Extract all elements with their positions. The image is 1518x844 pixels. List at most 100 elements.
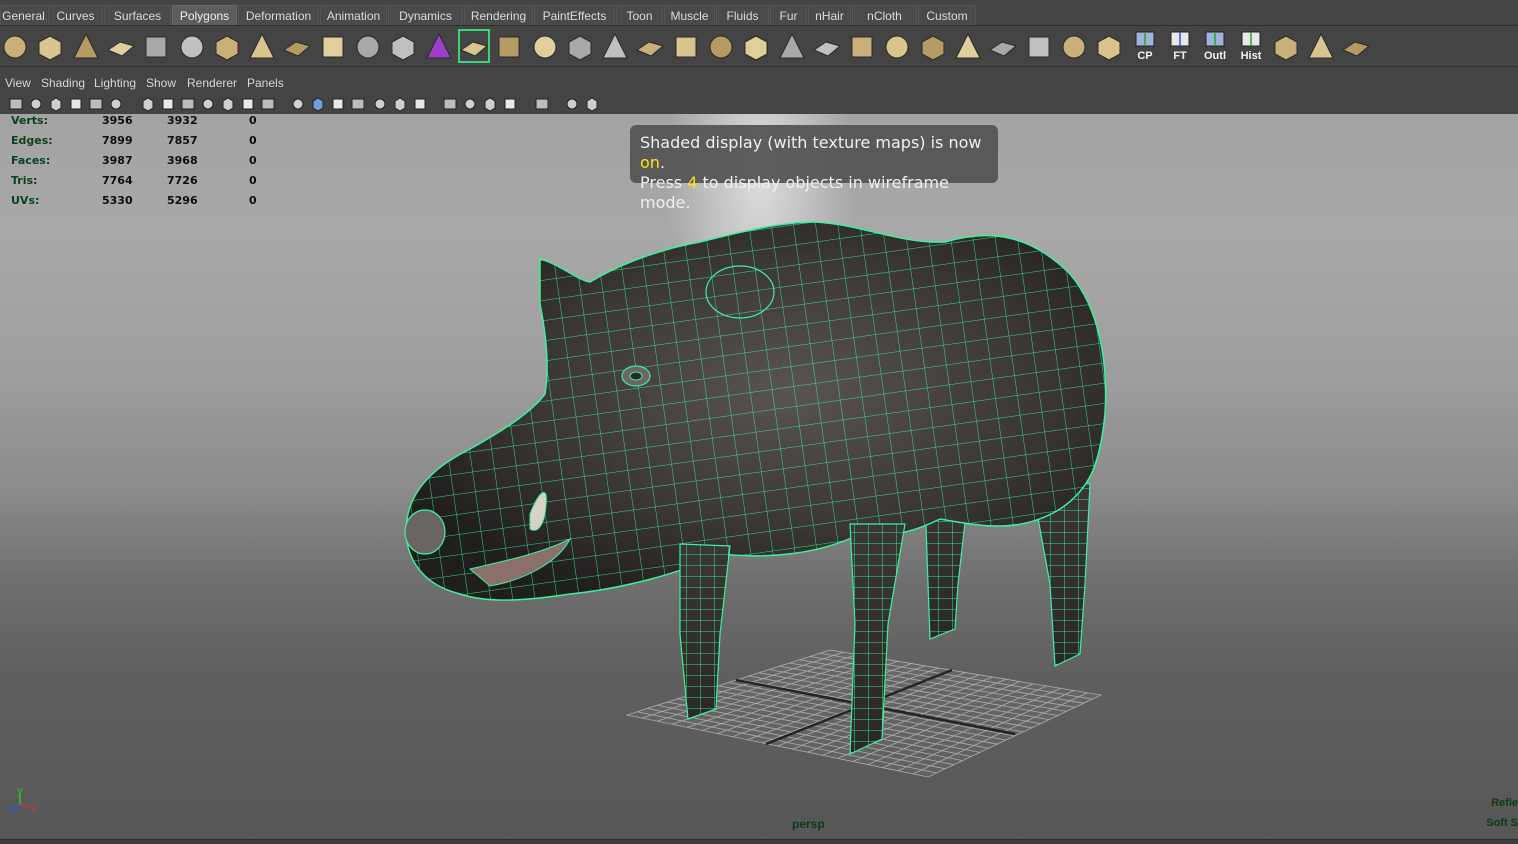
outliner-label: Outl (1204, 50, 1226, 62)
shadows-icon[interactable] (392, 96, 408, 112)
ft-icon[interactable]: FT (1165, 30, 1195, 62)
poly-sphere-icon[interactable] (0, 30, 30, 62)
select-uv-shell-icon[interactable] (1306, 30, 1336, 62)
corner-label-soft: Soft S (1486, 817, 1518, 829)
wireframe-icon[interactable] (290, 96, 306, 112)
persp-viewport[interactable]: Verts: 3956 3932 0 Edges: 7899 7857 0 Faces: 3987… (0, 114, 1518, 839)
smooth-shade-icon[interactable] (310, 96, 326, 112)
shelf-tab-ncloth[interactable]: nCloth (852, 5, 917, 25)
gate-mask-icon[interactable] (200, 96, 216, 112)
shelf-tab-general[interactable]: General (0, 5, 47, 25)
cp-label: CP (1137, 50, 1153, 62)
screen-space-ao-icon[interactable] (412, 96, 428, 112)
image-plane-icon[interactable] (68, 96, 84, 112)
shelf-tab-bar: General Curves Surfaces Polygons Deformation… (0, 0, 1518, 26)
planar-mapping-icon[interactable] (918, 30, 948, 62)
resolution-gate-icon[interactable] (180, 96, 196, 112)
merge-vertices-icon[interactable] (671, 30, 701, 62)
poly-cylinder-icon[interactable] (71, 30, 101, 62)
motion-blur-icon[interactable] (442, 96, 458, 112)
textured-icon[interactable] (350, 96, 366, 112)
shelf-tab-painteffects[interactable]: PaintEffects (534, 5, 615, 25)
grease-pencil-icon[interactable] (108, 96, 124, 112)
panel-menu-renderer[interactable]: Renderer (187, 76, 237, 90)
offset-edge-loop-icon[interactable] (635, 30, 665, 62)
poly-cube-icon[interactable] (35, 30, 65, 62)
2d-pan-zoom-icon[interactable] (88, 96, 104, 112)
xray-icon[interactable] (534, 96, 550, 112)
shelf-tool-bar: CP FT Outl Hist (0, 26, 1518, 67)
history-icon[interactable]: Hist (1236, 30, 1266, 62)
shelf-tab-toon[interactable]: Toon (616, 5, 663, 25)
spherical-mapping-icon[interactable] (988, 30, 1018, 62)
unfold-uv-icon[interactable] (1341, 30, 1371, 62)
use-all-lights-icon[interactable] (372, 96, 388, 112)
bevel-icon[interactable] (706, 30, 736, 62)
split-polygon-icon[interactable] (565, 30, 595, 62)
shelf-tab-dynamics[interactable]: Dynamics (388, 5, 463, 25)
safe-title-icon[interactable] (260, 96, 276, 112)
shelf-tab-surfaces[interactable]: Surfaces (104, 5, 171, 25)
camera-attributes-icon[interactable] (28, 96, 44, 112)
poke-face-icon[interactable] (741, 30, 771, 62)
poly-torus-icon[interactable] (177, 30, 207, 62)
wedge-face-icon[interactable] (777, 30, 807, 62)
uv-texture-editor-icon[interactable] (1059, 30, 1089, 62)
automatic-mapping-icon[interactable] (1024, 30, 1054, 62)
multisample-aa-icon[interactable] (462, 96, 478, 112)
shelf-tab-rendering[interactable]: Rendering (464, 5, 533, 25)
sculpt-geometry-icon[interactable] (882, 30, 912, 62)
safe-action-icon[interactable] (240, 96, 256, 112)
extract-icon[interactable] (847, 30, 877, 62)
duplicate-face-icon[interactable] (812, 30, 842, 62)
field-chart-icon[interactable] (220, 96, 236, 112)
shelf-tab-curves[interactable]: Curves (48, 5, 103, 25)
panel-menu-panels[interactable]: Panels (247, 76, 284, 90)
xray-components-icon[interactable] (584, 96, 600, 112)
outliner-icon[interactable]: Outl (1200, 30, 1230, 62)
film-gate-icon[interactable] (160, 96, 176, 112)
select-camera-icon[interactable] (8, 96, 24, 112)
checker-map-icon[interactable] (1094, 30, 1124, 62)
extrude-icon[interactable] (458, 29, 490, 63)
poly-soccer-ball-icon[interactable] (282, 30, 312, 62)
grid-toggle-icon[interactable] (140, 96, 156, 112)
shelf-tab-custom[interactable]: Custom (918, 5, 976, 25)
panel-menu-bar: View Shading Lighting Show Renderer Panels (0, 74, 1518, 94)
shelf-tab-fluids[interactable]: Fluids (716, 5, 769, 25)
panel-toolbar (0, 94, 1518, 115)
poly-pyramid-icon[interactable] (212, 30, 242, 62)
cylindrical-mapping-icon[interactable] (953, 30, 983, 62)
ft-label: FT (1173, 50, 1187, 62)
shelf-tab-polygons[interactable]: Polygons (172, 5, 237, 25)
axis-y-label: y (17, 785, 23, 797)
depth-of-field-icon[interactable] (482, 96, 498, 112)
bookmark-icon[interactable] (48, 96, 64, 112)
insert-edge-loop-icon[interactable] (600, 30, 630, 62)
shelf-tab-nhair[interactable]: nHair (808, 5, 851, 25)
shelf-tab-deformation[interactable]: Deformation (238, 5, 319, 25)
append-polygon-icon[interactable] (530, 30, 560, 62)
poly-cone-icon[interactable] (106, 30, 136, 62)
combine-icon[interactable] (318, 30, 348, 62)
transfer-attributes-icon[interactable] (1271, 30, 1301, 62)
separate-icon[interactable] (353, 30, 383, 62)
bridge-icon[interactable] (494, 30, 524, 62)
cp-icon[interactable]: CP (1130, 30, 1160, 62)
xray-joints-icon[interactable] (564, 96, 580, 112)
poly-pipe-icon[interactable] (247, 30, 277, 62)
camera-name: persp (792, 817, 825, 831)
panel-menu-show[interactable]: Show (146, 76, 176, 90)
poly-plane-icon[interactable] (141, 30, 171, 62)
shelf-tab-muscle[interactable]: Muscle (664, 5, 715, 25)
isolate-select-icon[interactable] (502, 96, 518, 112)
shelf-tab-fur[interactable]: Fur (770, 5, 807, 25)
shelf-tab-animation[interactable]: Animation (320, 5, 387, 25)
mirror-cut-icon[interactable] (424, 30, 454, 62)
panel-menu-view[interactable]: View (5, 76, 31, 90)
panel-menu-lighting[interactable]: Lighting (94, 76, 136, 90)
wireframe-on-shaded-icon[interactable] (330, 96, 346, 112)
axis-gizmo: y x z (8, 785, 37, 815)
panel-menu-shading[interactable]: Shading (41, 76, 85, 90)
smooth-icon[interactable] (388, 30, 418, 62)
